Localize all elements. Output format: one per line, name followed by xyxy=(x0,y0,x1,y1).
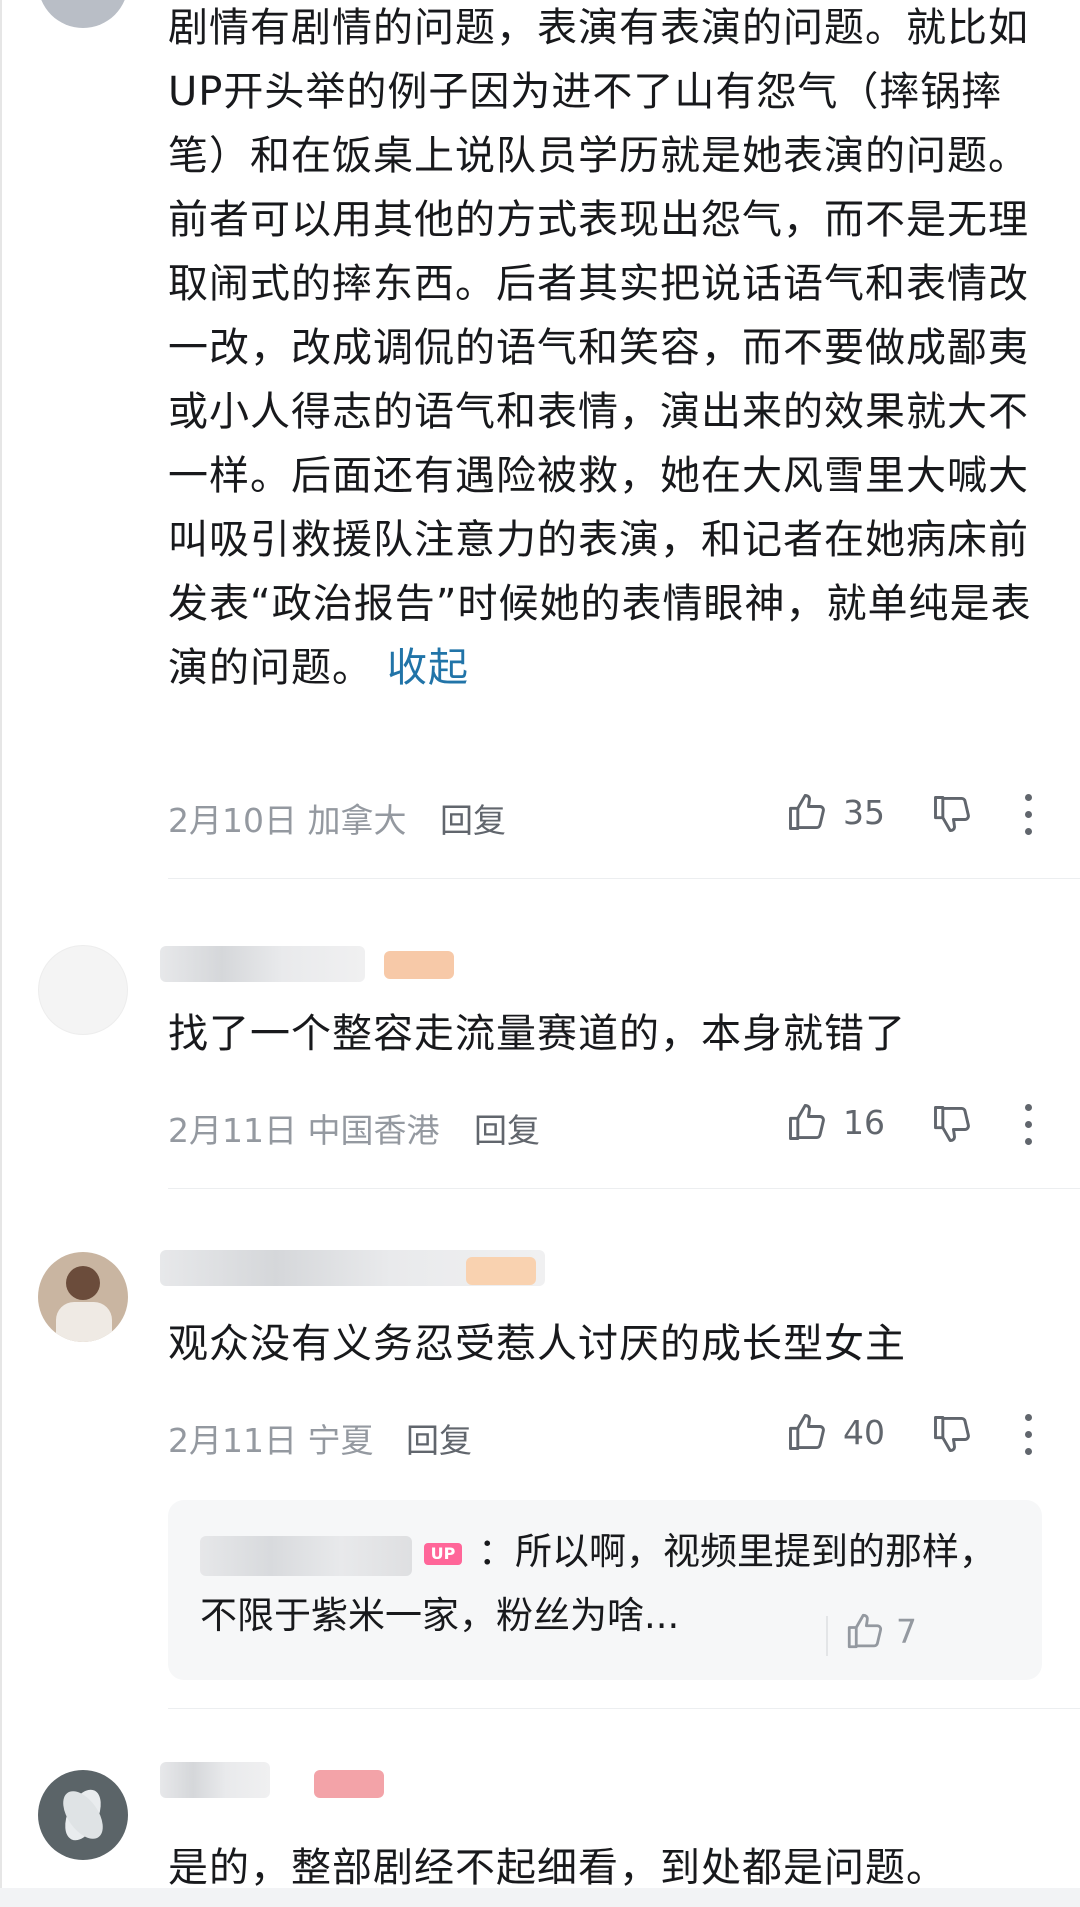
username-blurred[interactable] xyxy=(160,1762,270,1798)
screen-bottom-edge xyxy=(0,1888,1080,1907)
like-count: 40 xyxy=(843,1412,885,1452)
sub-reply-like-button[interactable]: 7 xyxy=(844,1610,917,1652)
avatar[interactable] xyxy=(38,1770,128,1860)
comment-meta: 2月11日 中国香港 回复 16 xyxy=(168,1096,1080,1152)
dislike-button[interactable] xyxy=(930,1102,974,1150)
divider xyxy=(168,878,1080,879)
avatar[interactable] xyxy=(38,945,128,1035)
more-vertical-icon[interactable] xyxy=(1020,1414,1036,1456)
level-badge-blurred xyxy=(466,1257,536,1285)
comment-text: 是的，整部剧经不起细看，到处都是问题。 xyxy=(168,1845,947,1891)
divider xyxy=(168,1708,1080,1709)
like-count: 16 xyxy=(843,1102,885,1142)
level-badge-blurred xyxy=(314,1770,384,1798)
thumbs-down-icon xyxy=(934,796,970,832)
collapse-link[interactable]: 收起 xyxy=(387,645,469,691)
avatar[interactable] xyxy=(38,0,128,28)
like-button[interactable]: 35 xyxy=(785,790,885,834)
comment-list: 剧情有剧情的问题，表演有表演的问题。就比如UP开头举的例子因为进不了山有怨气（摔… xyxy=(0,0,1080,1907)
like-count: 35 xyxy=(843,792,885,832)
comment-text: 找了一个整容走流量赛道的，本身就错了 xyxy=(168,1011,906,1057)
thumbs-up-icon xyxy=(789,1414,825,1450)
like-button[interactable]: 16 xyxy=(785,1100,885,1144)
thumbs-up-icon xyxy=(789,794,825,830)
reply-button[interactable]: 回复 xyxy=(406,1414,472,1462)
more-vertical-icon[interactable] xyxy=(1020,794,1036,836)
reply-button[interactable]: 回复 xyxy=(474,1104,540,1152)
comment-text: 观众没有义务忍受惹人讨厌的成长型女主 xyxy=(168,1321,906,1367)
thumbs-down-icon xyxy=(934,1106,970,1142)
reply-separator xyxy=(826,1616,828,1656)
comment-text: 剧情有剧情的问题，表演有表演的问题。就比如UP开头举的例子因为进不了山有怨气（摔… xyxy=(168,5,1032,691)
avatar[interactable] xyxy=(38,1252,128,1342)
edge-divider xyxy=(0,0,2,1907)
divider xyxy=(168,1188,1080,1189)
more-vertical-icon[interactable] xyxy=(1020,1104,1036,1146)
username-blurred[interactable] xyxy=(160,946,365,982)
comment-date-location: 2月10日 加拿大 xyxy=(168,801,407,840)
comment-body: 观众没有义务忍受惹人讨厌的成长型女主 xyxy=(168,1312,1032,1376)
reply-button[interactable]: 回复 xyxy=(440,794,506,842)
dislike-button[interactable] xyxy=(930,792,974,840)
dislike-button[interactable] xyxy=(930,1412,974,1460)
comment-body: 剧情有剧情的问题，表演有表演的问题。就比如UP开头举的例子因为进不了山有怨气（摔… xyxy=(168,0,1032,700)
comment-meta: 2月10日 加拿大 回复 35 xyxy=(168,786,1080,842)
like-button[interactable]: 40 xyxy=(785,1410,885,1454)
comment-body: 找了一个整容走流量赛道的，本身就错了 xyxy=(168,1002,1032,1066)
thumbs-up-icon xyxy=(789,1104,825,1140)
comment-date-location: 2月11日 中国香港 xyxy=(168,1111,440,1150)
comment-meta: 2月11日 宁夏 回复 40 xyxy=(168,1406,1080,1462)
thumbs-up-icon xyxy=(847,1613,883,1649)
thumbs-down-icon xyxy=(934,1416,970,1452)
sub-reply-like-count: 7 xyxy=(896,1611,917,1651)
level-badge-blurred xyxy=(384,951,454,979)
comment-date-location: 2月11日 宁夏 xyxy=(168,1421,374,1460)
sub-reply-box[interactable]: UP ：所以啊，视频里提到的那样，不限于紫米一家，粉丝为啥... 7 xyxy=(168,1500,1042,1680)
